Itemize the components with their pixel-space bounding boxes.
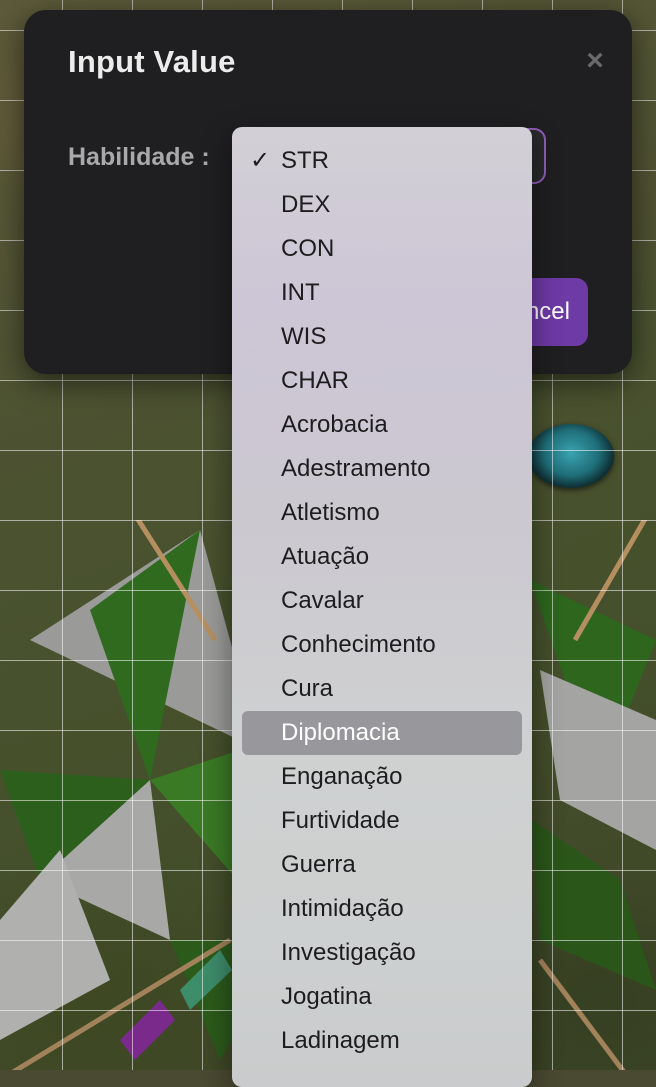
dropdown-option-enganacao[interactable]: Enganação: [242, 755, 522, 799]
dropdown-option-adestramento[interactable]: Adestramento: [242, 447, 522, 491]
dropdown-option-label: Investigação: [281, 939, 416, 966]
dropdown-option-conhecimento[interactable]: Conhecimento: [242, 623, 522, 667]
dropdown-option-label: Enganação: [281, 763, 403, 790]
dropdown-option-label: Intimidação: [281, 895, 404, 922]
dropdown-option-atuacao[interactable]: Atuação: [242, 535, 522, 579]
habilidade-dropdown-menu: ✓ STR DEX CON INT WIS CHAR Acrobacia Adestrament…: [232, 127, 532, 1087]
dropdown-option-int[interactable]: INT: [242, 271, 522, 315]
dropdown-option-atletismo[interactable]: Atletismo: [242, 491, 522, 535]
habilidade-label: Habilidade :: [68, 143, 210, 171]
dropdown-option-ladinagem[interactable]: Ladinagem: [242, 1019, 522, 1063]
dropdown-option-label: INT: [281, 279, 320, 306]
dropdown-option-acrobacia[interactable]: Acrobacia: [242, 403, 522, 447]
dropdown-option-label: Acrobacia: [281, 411, 388, 438]
dropdown-option-label: Atuação: [281, 543, 370, 570]
dropdown-option-furtividade[interactable]: Furtividade: [242, 799, 522, 843]
dropdown-option-label: Jogatina: [281, 983, 372, 1010]
dropdown-option-label: Cura: [281, 675, 334, 702]
dropdown-option-str[interactable]: ✓ STR: [242, 139, 522, 183]
dropdown-option-intimidacao[interactable]: Intimidação: [242, 887, 522, 931]
dropdown-option-label: STR: [281, 147, 329, 174]
dropdown-option-label: Furtividade: [281, 807, 400, 834]
close-icon[interactable]: ×: [580, 46, 610, 76]
dropdown-option-cavalar[interactable]: Cavalar: [242, 579, 522, 623]
dropdown-option-label: CHAR: [281, 367, 350, 394]
check-icon: ✓: [250, 147, 271, 174]
dropdown-option-label: Diplomacia: [281, 719, 400, 746]
dropdown-option-investigacao[interactable]: Investigação: [242, 931, 522, 975]
dropdown-option-label: Ladinagem: [281, 1027, 400, 1054]
dropdown-option-label: DEX: [281, 191, 331, 218]
dropdown-option-wis[interactable]: WIS: [242, 315, 522, 359]
dropdown-options-list: ✓ STR DEX CON INT WIS CHAR Acrobacia Adestrament…: [232, 127, 532, 1063]
dropdown-option-guerra[interactable]: Guerra: [242, 843, 522, 887]
dropdown-option-label: Atletismo: [281, 499, 380, 526]
dropdown-option-label: Guerra: [281, 851, 356, 878]
dropdown-option-label: Cavalar: [281, 587, 364, 614]
dropdown-option-jogatina[interactable]: Jogatina: [242, 975, 522, 1019]
dropdown-option-cura[interactable]: Cura: [242, 667, 522, 711]
dialog-title: Input Value: [68, 44, 236, 79]
dropdown-option-diplomacia[interactable]: Diplomacia: [242, 711, 522, 755]
dropdown-option-label: Conhecimento: [281, 631, 436, 658]
dropdown-option-con[interactable]: CON: [242, 227, 522, 271]
dropdown-option-label: WIS: [281, 323, 327, 350]
dropdown-option-label: CON: [281, 235, 335, 262]
dropdown-option-char[interactable]: CHAR: [242, 359, 522, 403]
dropdown-option-label: Adestramento: [281, 455, 431, 482]
dropdown-option-dex[interactable]: DEX: [242, 183, 522, 227]
